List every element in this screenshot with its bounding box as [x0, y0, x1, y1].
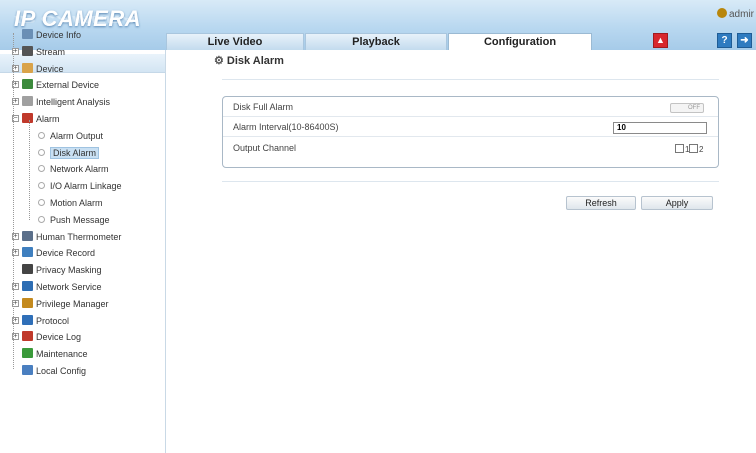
logo-reflection: IP CAMERA	[14, 13, 137, 25]
nav-item-label: Stream	[36, 47, 66, 57]
protocol-icon	[22, 315, 33, 325]
nav-item-label: Protocol	[36, 316, 70, 326]
nav-item-push-message[interactable]: Push Message	[38, 212, 110, 228]
privilege-manager-icon	[22, 298, 33, 308]
tab-live-video[interactable]: Live Video	[166, 33, 304, 50]
bullet-icon	[38, 132, 45, 139]
refresh-button[interactable]: Refresh	[566, 196, 636, 210]
checkbox-label: 2	[699, 145, 704, 154]
maintenance-icon	[22, 348, 33, 358]
nav-item-protocol[interactable]: + Protocol	[12, 313, 70, 329]
nav-item-label: Local Config	[36, 366, 87, 376]
nav-item-label: Disk Alarm	[50, 147, 100, 159]
bullet-icon	[38, 165, 45, 172]
disk-full-alarm-toggle[interactable]: OFF	[670, 103, 704, 113]
nav-item-label: Push Message	[50, 215, 110, 225]
nav-item-label: Device	[36, 64, 64, 74]
tab-label: Playback	[352, 36, 400, 48]
output-channel-row: Output Channel 1 2	[223, 140, 718, 158]
nav-item-i-o-alarm-linkage[interactable]: I/O Alarm Linkage	[38, 178, 122, 194]
nav-item-stream[interactable]: + Stream	[12, 44, 66, 60]
nav-item-label: Human Thermometer	[36, 232, 122, 242]
output-channel-2-checkbox[interactable]: 2	[689, 144, 703, 154]
alarm-bell-icon[interactable]: ▲	[653, 33, 668, 48]
intelligent-analysis-icon	[22, 96, 33, 106]
bullet-icon	[38, 199, 45, 206]
tree-guide-line	[13, 33, 14, 369]
user-info[interactable]: admir	[716, 8, 754, 20]
nav-item-external-device[interactable]: + External Device	[12, 77, 100, 93]
help-icon[interactable]: ?	[717, 33, 732, 48]
nav-item-label: External Device	[36, 80, 100, 90]
nav-item-label: Network Alarm	[50, 164, 109, 174]
tab-configuration[interactable]: Configuration	[448, 33, 592, 50]
nav-item-disk-alarm[interactable]: Disk Alarm	[38, 145, 100, 161]
nav-item-device[interactable]: + Device	[12, 61, 64, 77]
device-icon	[22, 63, 33, 73]
nav-item-privacy-masking[interactable]: Privacy Masking	[22, 262, 102, 278]
tab-playback[interactable]: Playback	[305, 33, 447, 50]
nav-item-label: Device Record	[36, 248, 96, 258]
nav-item-label: Alarm Output	[50, 131, 104, 141]
logout-icon[interactable]: ➜	[737, 33, 752, 48]
device-log-icon	[22, 331, 33, 341]
checkbox-box	[675, 144, 684, 153]
nav-item-maintenance[interactable]: Maintenance	[22, 346, 88, 362]
device-info-icon	[22, 29, 33, 39]
output-channel-label: Output Channel	[233, 143, 297, 153]
disk-alarm-panel: Disk Full Alarm OFF Alarm Interval(10-86…	[222, 96, 719, 168]
privacy-masking-icon	[22, 264, 33, 274]
nav-item-privilege-manager[interactable]: + Privilege Manager	[12, 296, 109, 312]
tab-label: Live Video	[207, 36, 263, 48]
page-title: ⚙ Disk Alarm	[214, 54, 284, 67]
divider	[222, 79, 719, 80]
nav-item-local-config[interactable]: Local Config	[22, 363, 86, 379]
gear-icon: ⚙	[214, 55, 224, 67]
nav-item-motion-alarm[interactable]: Motion Alarm	[38, 195, 103, 211]
nav-item-label: Intelligent Analysis	[36, 97, 111, 107]
nav-item-alarm[interactable]: − Alarm	[12, 111, 60, 127]
tab-label: Configuration	[483, 36, 557, 48]
thermometer-icon	[22, 231, 33, 241]
nav-item-label: Motion Alarm	[50, 198, 103, 208]
nav-item-device-log[interactable]: + Device Log	[12, 329, 82, 345]
alarm-icon	[22, 113, 33, 123]
output-channel-1-checkbox[interactable]: 1	[675, 144, 689, 154]
external-device-icon	[22, 79, 33, 89]
nav-item-network-service[interactable]: + Network Service	[12, 279, 102, 295]
page-title-text: Disk Alarm	[226, 55, 284, 67]
disk-full-alarm-label: Disk Full Alarm	[233, 102, 294, 112]
stream-icon	[22, 46, 33, 56]
nav-item-label: Alarm	[36, 114, 60, 124]
alarm-interval-input[interactable]: 10	[613, 122, 707, 134]
nav-item-intelligent-analysis[interactable]: + Intelligent Analysis	[12, 94, 111, 110]
checkbox-box	[689, 144, 698, 153]
user-name: admir	[728, 9, 754, 20]
network-service-icon	[22, 281, 33, 291]
local-config-icon	[22, 365, 33, 375]
nav-item-label: Privacy Masking	[36, 265, 102, 275]
user-icon	[716, 8, 727, 18]
bullet-icon	[38, 149, 45, 156]
nav-item-alarm-output[interactable]: Alarm Output	[38, 128, 103, 144]
apply-button[interactable]: Apply	[641, 196, 713, 210]
nav-item-label: Network Service	[36, 282, 102, 292]
disk-full-alarm-row: Disk Full Alarm OFF	[223, 99, 718, 117]
nav-item-label: I/O Alarm Linkage	[50, 181, 122, 191]
nav-item-device-record[interactable]: + Device Record	[12, 245, 96, 261]
divider	[222, 181, 719, 182]
nav-item-device-info[interactable]: Device Info	[22, 27, 81, 43]
bullet-icon	[38, 182, 45, 189]
bullet-icon	[38, 216, 45, 223]
tree-guide-line	[29, 120, 30, 220]
alarm-interval-label: Alarm Interval(10-86400S)	[233, 122, 339, 132]
nav-item-label: Maintenance	[36, 349, 88, 359]
device-record-icon	[22, 247, 33, 257]
nav-item-human-thermometer[interactable]: + Human Thermometer	[12, 229, 122, 245]
nav-item-label: Privilege Manager	[36, 299, 109, 309]
nav-item-network-alarm[interactable]: Network Alarm	[38, 161, 109, 177]
alarm-interval-row: Alarm Interval(10-86400S) 10	[223, 119, 718, 137]
nav-item-label: Device Info	[36, 30, 82, 40]
nav-item-label: Device Log	[36, 332, 82, 342]
